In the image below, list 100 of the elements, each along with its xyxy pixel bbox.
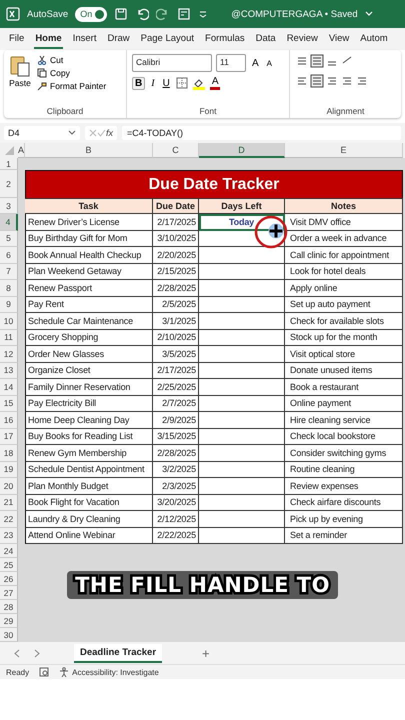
table-cell[interactable] xyxy=(199,428,285,445)
format-painter-button[interactable]: Format Painter xyxy=(36,80,108,92)
row-header[interactable]: 23 xyxy=(0,528,18,544)
italic-button[interactable]: I xyxy=(149,78,157,88)
name-box[interactable]: D4 xyxy=(4,126,80,140)
row-header[interactable]: 17 xyxy=(0,428,18,445)
table-cell[interactable] xyxy=(199,264,285,280)
row-header[interactable]: 29 xyxy=(0,614,18,628)
table-cell[interactable] xyxy=(199,247,285,264)
row-header[interactable]: 4 xyxy=(0,214,18,230)
macro-icon[interactable] xyxy=(39,667,50,677)
row-header[interactable]: 18 xyxy=(0,445,18,462)
cut-button[interactable]: Cut xyxy=(36,54,108,66)
spreadsheet-icon[interactable] xyxy=(6,7,20,21)
font-color-button[interactable]: A xyxy=(210,76,220,90)
add-sheet-button[interactable]: + xyxy=(196,644,216,662)
table-cell[interactable] xyxy=(199,494,285,511)
table-cell: Home Deep Cleaning Day xyxy=(25,412,153,428)
row-header[interactable]: 2 xyxy=(0,170,18,198)
ribbon-tab[interactable]: Formulas xyxy=(204,30,246,48)
table-cell[interactable] xyxy=(199,346,285,362)
autosave-toggle[interactable]: On xyxy=(75,6,108,22)
chevron-down-icon[interactable] xyxy=(68,130,76,136)
row-header[interactable]: 1 xyxy=(0,158,18,170)
table-cell: 2/28/2025 xyxy=(153,445,199,462)
row-header[interactable]: 11 xyxy=(0,330,18,346)
ribbon-tab[interactable]: Review xyxy=(286,30,319,48)
table-cell[interactable] xyxy=(199,445,285,462)
row-header[interactable]: 24 xyxy=(0,544,18,558)
row-header[interactable]: 16 xyxy=(0,412,18,428)
fill-color-icon[interactable] xyxy=(192,76,206,90)
sheet-tab[interactable]: Deadline Tracker xyxy=(74,644,162,662)
row-header[interactable]: 26 xyxy=(0,572,18,586)
underline-button[interactable]: U xyxy=(160,78,172,88)
ribbon-tab[interactable]: Insert xyxy=(72,30,98,48)
table-cell[interactable] xyxy=(199,412,285,428)
bold-button[interactable]: B xyxy=(132,76,146,90)
row-header[interactable]: 15 xyxy=(0,396,18,412)
row-header[interactable]: 8 xyxy=(0,280,18,296)
ribbon-tab[interactable]: Data xyxy=(254,30,277,48)
form-icon[interactable] xyxy=(177,7,192,21)
table-cell[interactable] xyxy=(199,280,285,296)
row-header[interactable]: 25 xyxy=(0,558,18,572)
table-cell[interactable] xyxy=(199,313,285,330)
ribbon-tab[interactable]: Autom xyxy=(359,30,389,48)
row-header[interactable]: 5 xyxy=(0,230,18,247)
borders-icon[interactable] xyxy=(176,77,188,89)
next-sheet-icon[interactable] xyxy=(34,648,40,658)
paste-button[interactable]: Paste xyxy=(9,54,31,92)
row-header[interactable]: 21 xyxy=(0,494,18,511)
column-heading: Task xyxy=(25,198,153,214)
column-header[interactable]: E xyxy=(285,143,403,158)
row-header[interactable]: 3 xyxy=(0,198,18,214)
copy-icon xyxy=(37,68,47,78)
accessibility-button[interactable]: Accessibility: Investigate xyxy=(59,667,159,677)
ribbon-tab[interactable]: Draw xyxy=(106,30,131,48)
column-header[interactable]: B xyxy=(25,143,153,158)
row-header[interactable]: 12 xyxy=(0,346,18,362)
font-size-field[interactable]: 11 xyxy=(216,54,246,72)
table-cell[interactable] xyxy=(199,379,285,396)
table-cell[interactable] xyxy=(199,362,285,379)
insert-function-button[interactable]: fx xyxy=(106,128,114,138)
formula-field[interactable]: =C4-TODAY() xyxy=(122,126,401,140)
ribbon-tab[interactable]: View xyxy=(328,30,350,48)
grow-font-button[interactable]: A xyxy=(250,58,261,68)
row-header[interactable]: 6 xyxy=(0,247,18,264)
copy-button[interactable]: Copy xyxy=(36,67,108,79)
table-cell: Plan Monthly Budget xyxy=(25,478,153,494)
row-header[interactable]: 30 xyxy=(0,628,18,642)
row-header[interactable]: 28 xyxy=(0,600,18,614)
table-cell[interactable] xyxy=(199,478,285,494)
customize-icon[interactable] xyxy=(198,9,208,19)
row-header[interactable]: 10 xyxy=(0,313,18,330)
table-cell[interactable] xyxy=(199,296,285,313)
shrink-font-button[interactable]: A xyxy=(264,58,274,68)
table-cell: 2/22/2025 xyxy=(153,528,199,544)
row-header[interactable]: 19 xyxy=(0,462,18,478)
row-header[interactable]: 9 xyxy=(0,296,18,313)
table-cell: Schedule Dentist Appointment xyxy=(25,462,153,478)
row-header[interactable]: 22 xyxy=(0,511,18,528)
font-name-field[interactable]: Calibri xyxy=(132,54,212,72)
column-header[interactable]: D xyxy=(199,143,285,158)
save-icon[interactable] xyxy=(114,7,128,21)
table-cell[interactable] xyxy=(199,511,285,528)
document-title[interactable]: @COMPUTERGAGA • Saved xyxy=(231,8,358,20)
row-header[interactable]: 14 xyxy=(0,379,18,396)
checkmark-icon[interactable] xyxy=(97,129,106,137)
row-header[interactable]: 7 xyxy=(0,264,18,280)
table-cell[interactable] xyxy=(199,396,285,412)
row-header[interactable]: 27 xyxy=(0,586,18,600)
column-header[interactable]: A xyxy=(18,143,25,158)
table-cell[interactable] xyxy=(199,528,285,544)
ribbon-tab[interactable]: Page Layout xyxy=(140,30,196,48)
table-cell[interactable] xyxy=(199,462,285,478)
table-cell: Order a week in advance xyxy=(285,230,403,247)
ribbon-tab[interactable]: File xyxy=(8,30,26,48)
previous-sheet-icon[interactable] xyxy=(14,648,20,658)
row-header[interactable]: 13 xyxy=(0,362,18,379)
table-cell[interactable] xyxy=(199,330,285,346)
row-header[interactable]: 20 xyxy=(0,478,18,494)
